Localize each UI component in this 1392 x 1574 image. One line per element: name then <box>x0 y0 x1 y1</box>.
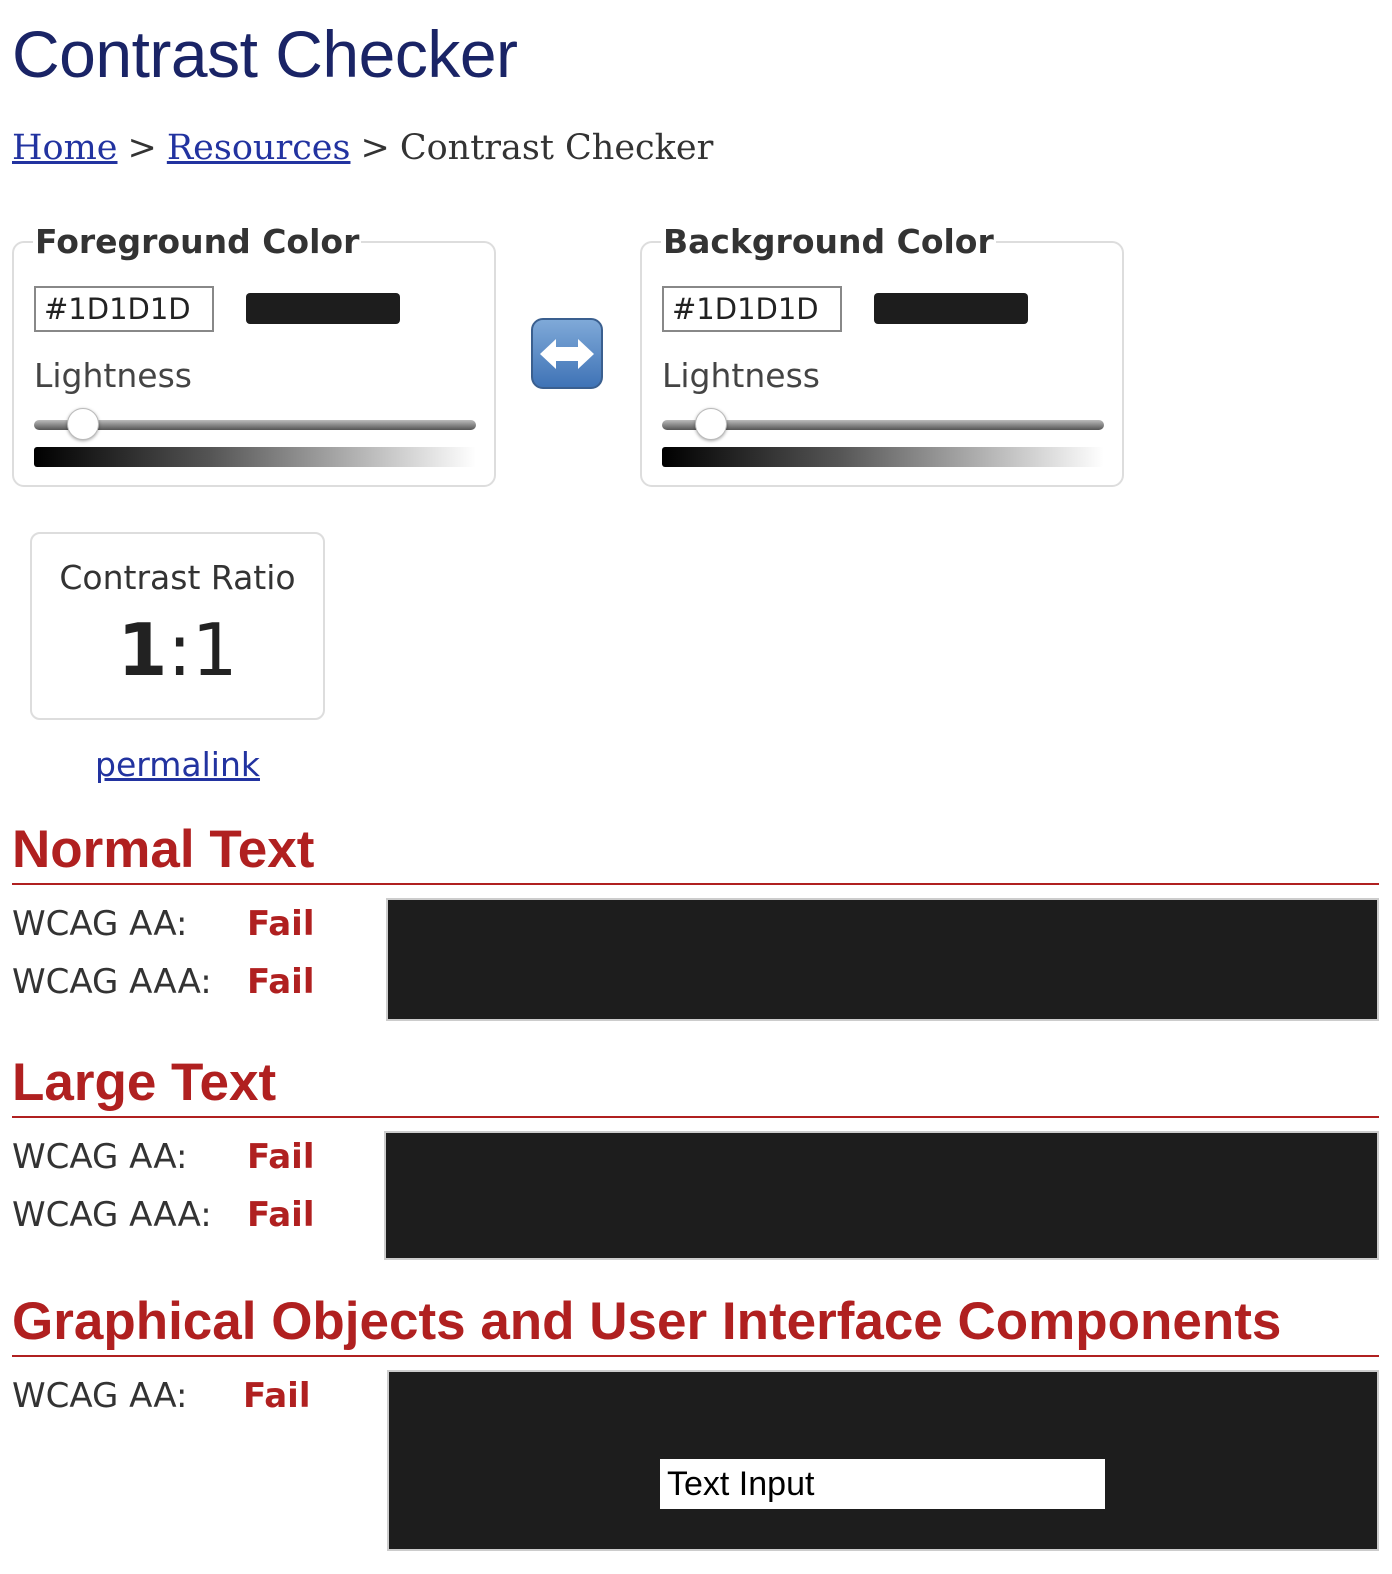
normal-text-aaa-result: Fail <box>247 962 315 1002</box>
contrast-ratio-value: 1:1 <box>30 608 325 692</box>
normal-text-divider <box>12 883 1379 885</box>
background-lightness-gradient <box>662 447 1104 467</box>
contrast-ratio-separator: : <box>167 608 192 692</box>
contrast-ratio-label: Contrast Ratio <box>59 558 296 597</box>
background-color-swatch[interactable] <box>874 293 1028 324</box>
large-text-aa-result: Fail <box>247 1137 315 1177</box>
breadcrumb-current: Contrast Checker <box>399 128 714 168</box>
graphical-objects-aa-label: WCAG AA: <box>12 1376 188 1416</box>
normal-text-heading: Normal Text <box>12 820 315 879</box>
background-lightness-slider[interactable] <box>662 420 1104 430</box>
breadcrumb-separator: > <box>360 128 390 168</box>
foreground-hex-input[interactable]: #1D1D1D <box>34 286 214 332</box>
permalink: permalink <box>30 742 325 788</box>
foreground-color-swatch[interactable] <box>246 293 400 324</box>
large-text-preview <box>384 1131 1379 1260</box>
foreground-color-legend: Foreground Color <box>33 220 362 264</box>
normal-text-preview <box>386 898 1379 1021</box>
normal-text-aa-result: Fail <box>247 904 315 944</box>
page-title: Contrast Checker <box>12 17 518 91</box>
graphical-objects-divider <box>12 1355 1379 1357</box>
breadcrumb-home-link[interactable]: Home <box>12 128 118 168</box>
large-text-aa-label: WCAG AA: <box>12 1137 188 1177</box>
large-text-aaa-result: Fail <box>247 1195 315 1235</box>
graphical-objects-aa-result: Fail <box>243 1376 311 1416</box>
contrast-ratio-left: 1 <box>117 608 168 692</box>
breadcrumb-resources-link[interactable]: Resources <box>167 128 351 168</box>
normal-text-aaa-label: WCAG AAA: <box>12 962 212 1002</box>
background-color-legend: Background Color <box>661 220 996 264</box>
graphical-objects-heading: Graphical Objects and User Interface Com… <box>12 1292 1282 1351</box>
foreground-lightness-label: Lightness <box>34 356 192 395</box>
background-hex-input[interactable]: #1D1D1D <box>662 286 842 332</box>
normal-text-aa-label: WCAG AA: <box>12 904 188 944</box>
contrast-ratio-right: 1 <box>191 608 238 692</box>
breadcrumb-separator: > <box>127 128 157 168</box>
permalink-link[interactable]: permalink <box>95 745 260 784</box>
background-lightness-slider-thumb[interactable] <box>694 408 727 440</box>
background-lightness-label: Lightness <box>662 356 820 395</box>
foreground-lightness-slider-thumb[interactable] <box>66 408 99 440</box>
swap-colors-button[interactable] <box>531 318 603 389</box>
left-right-arrow-icon <box>540 338 594 369</box>
breadcrumb: Home > Resources > Contrast Checker <box>12 126 713 170</box>
large-text-heading: Large Text <box>12 1053 277 1112</box>
foreground-lightness-slider[interactable] <box>34 420 476 430</box>
large-text-aaa-label: WCAG AAA: <box>12 1195 212 1235</box>
text-input-demo[interactable]: Text Input <box>660 1459 1105 1509</box>
foreground-lightness-gradient <box>34 447 476 467</box>
large-text-divider <box>12 1116 1379 1118</box>
